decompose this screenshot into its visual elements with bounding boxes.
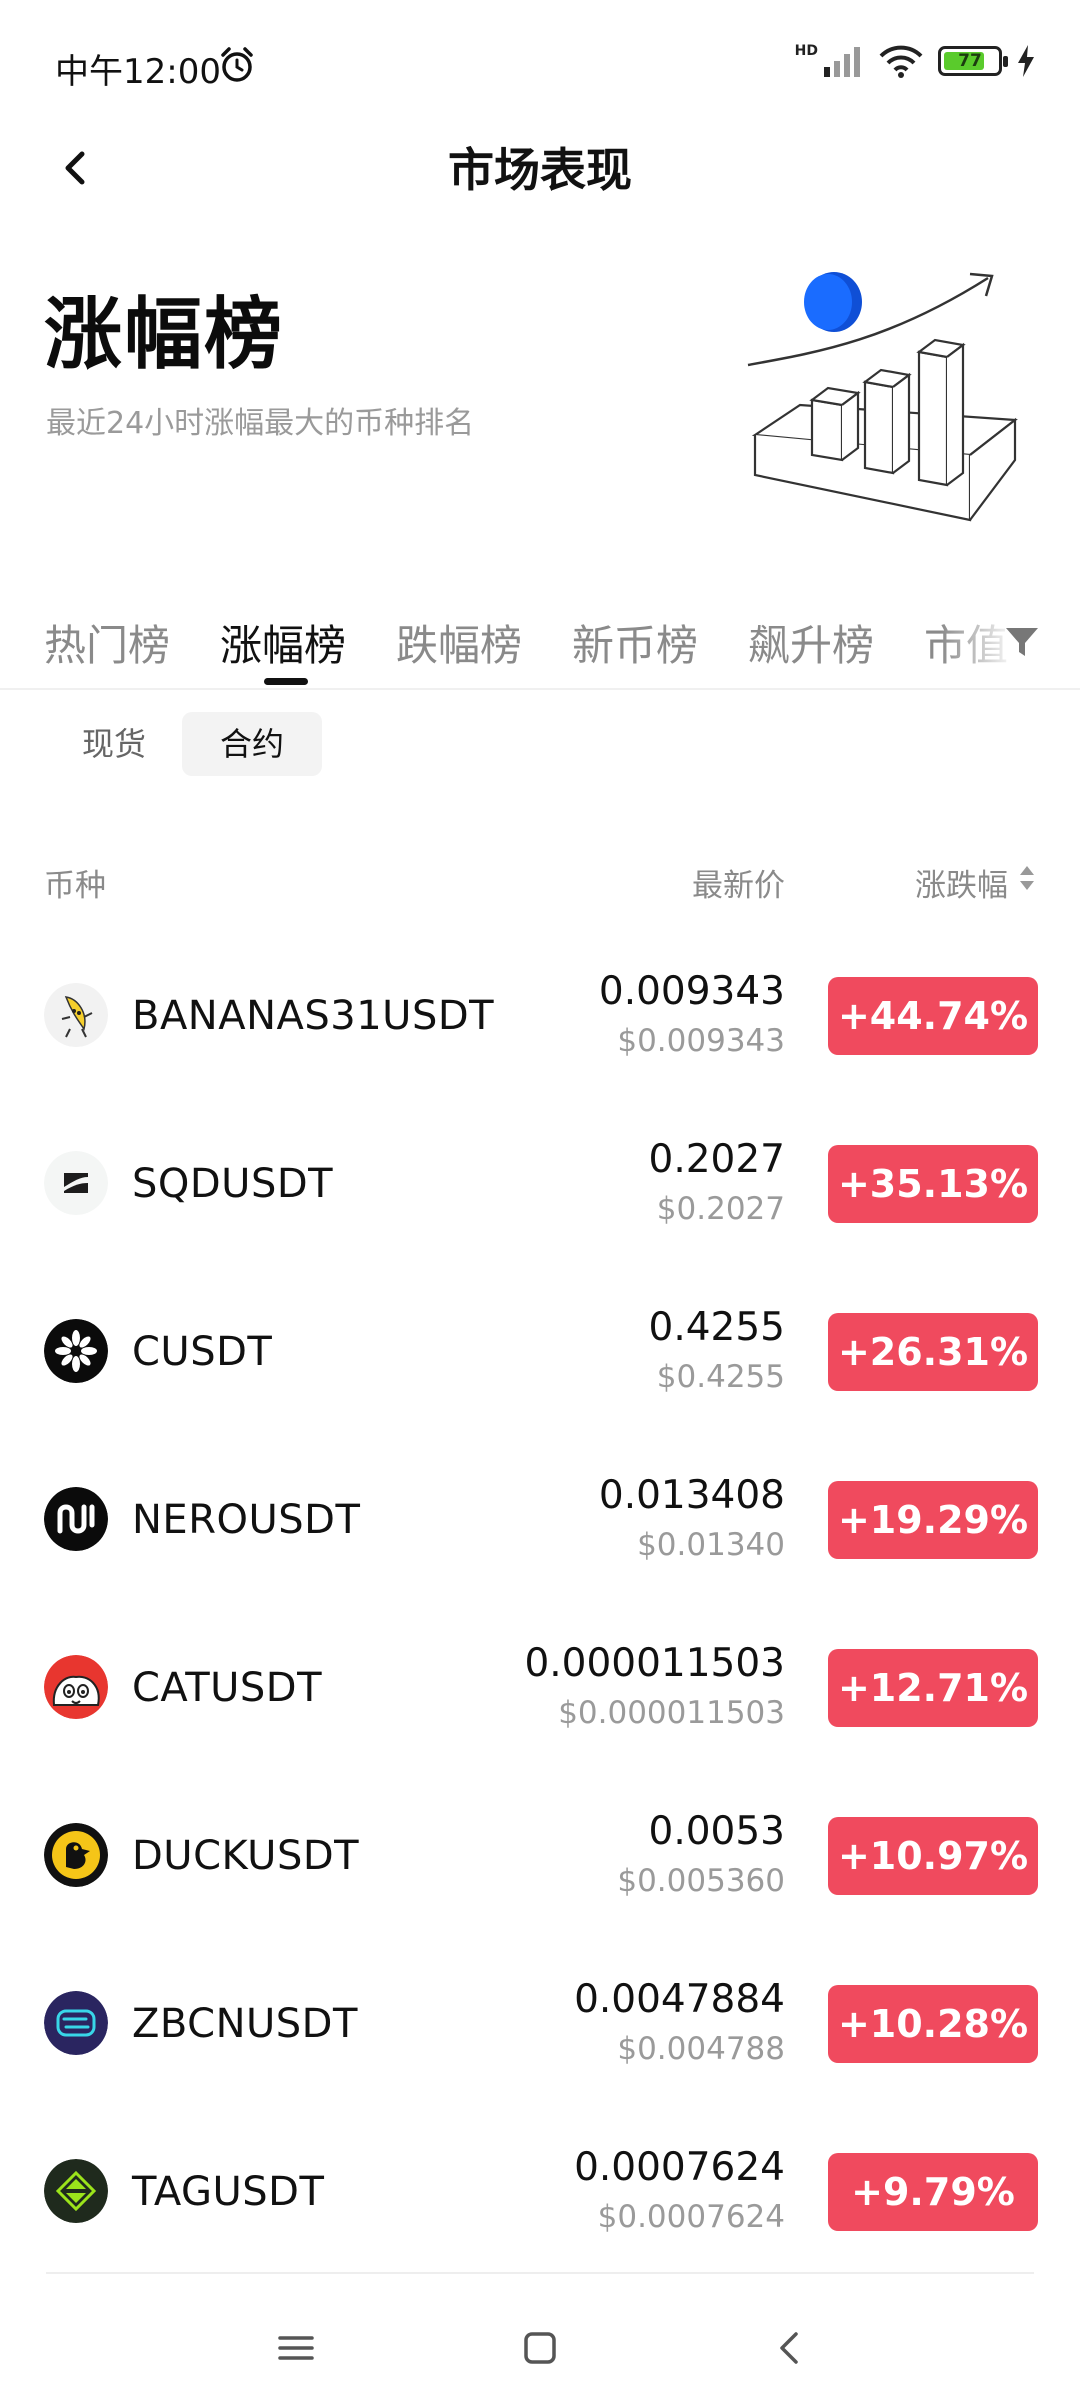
charging-icon xyxy=(1018,45,1034,77)
tab-losers[interactable]: 跌幅榜 xyxy=(396,612,522,673)
coin-symbol: SQDUSDT xyxy=(132,1161,334,1207)
latest-price: 0.0053 xyxy=(648,1809,785,1854)
sort-icon[interactable] xyxy=(1018,862,1036,894)
change-badge: +35.13% xyxy=(828,1145,1038,1223)
hero-subtitle: 最近24小时涨幅最大的币种排名 xyxy=(46,406,475,441)
latest-price: 0.0007624 xyxy=(574,2145,785,2190)
signal-icon xyxy=(824,47,860,77)
battery-indicator: 77 xyxy=(938,46,1008,76)
active-tab-indicator xyxy=(264,678,308,685)
price-usd: $0.009343 xyxy=(617,1023,785,1059)
price-usd: $0.01340 xyxy=(637,1527,785,1563)
page-title: 市场表现 xyxy=(448,143,632,197)
filter-icon[interactable] xyxy=(1002,622,1042,662)
zbcn-icon xyxy=(44,1991,108,2055)
wifi-icon xyxy=(879,45,923,78)
ranking-tabs: 热门榜 涨幅榜 跌幅榜 新币榜 飙升榜 市值 xyxy=(0,600,1080,690)
change-badge: +44.74% xyxy=(828,977,1038,1055)
back-nav-icon[interactable] xyxy=(760,2318,820,2378)
duck-icon xyxy=(44,1823,108,1887)
list-divider xyxy=(46,2272,1034,2274)
price-usd: $0.005360 xyxy=(617,1863,785,1899)
menu-icon[interactable] xyxy=(266,2318,326,2378)
list-item[interactable]: BANANAS31USDT 0.009343 $0.009343 +44.74% xyxy=(0,935,1080,1103)
coin-symbol: DUCKUSDT xyxy=(132,1833,360,1879)
coin-symbol: NEROUSDT xyxy=(132,1497,361,1543)
change-badge: +10.97% xyxy=(828,1817,1038,1895)
latest-price: 0.4255 xyxy=(648,1305,785,1350)
list-item[interactable]: NEROUSDT 0.013408 $0.01340 +19.29% xyxy=(0,1439,1080,1607)
rising-chart-illustration xyxy=(747,272,1018,522)
column-header-price[interactable]: 最新价 xyxy=(692,860,785,905)
change-badge: +26.31% xyxy=(828,1313,1038,1391)
banana-icon xyxy=(44,983,108,1047)
price-usd: $0.4255 xyxy=(656,1359,785,1395)
tag-icon xyxy=(44,2159,108,2223)
coin-symbol: BANANAS31USDT xyxy=(132,993,495,1039)
latest-price: 0.013408 xyxy=(598,1473,785,1518)
price-usd: $0.2027 xyxy=(656,1191,785,1227)
list-item[interactable]: CUSDT 0.4255 $0.4255 +26.31% xyxy=(0,1271,1080,1439)
coin-symbol: TAGUSDT xyxy=(132,2169,325,2215)
status-time: 中午12:00 xyxy=(55,52,221,92)
coin-symbol: CUSDT xyxy=(132,1329,273,1375)
list-item[interactable]: CATUSDT 0.000011503 $0.000011503 +12.71% xyxy=(0,1607,1080,1775)
price-usd: $0.0007624 xyxy=(597,2199,785,2235)
battery-level: 77 xyxy=(958,51,982,71)
alarm-icon xyxy=(221,47,253,82)
coin-symbol: CATUSDT xyxy=(132,1665,323,1711)
status-indicators: HD 77 xyxy=(794,43,1036,78)
tab-surging[interactable]: 飙升榜 xyxy=(748,612,874,673)
list-item[interactable]: ZBCNUSDT 0.0047884 $0.004788 +10.28% xyxy=(0,1943,1080,2111)
hero-title: 涨幅榜 xyxy=(44,290,285,380)
change-badge: +10.28% xyxy=(828,1985,1038,2063)
nero-icon xyxy=(44,1487,108,1551)
tab-new-coins[interactable]: 新币榜 xyxy=(572,612,698,673)
cat-icon xyxy=(44,1655,108,1719)
list-item[interactable]: TAGUSDT 0.0007624 $0.0007624 +9.79% xyxy=(0,2111,1080,2279)
status-bar: 中午12:00 HD 77 xyxy=(0,0,1080,130)
tab-gainers[interactable]: 涨幅榜 xyxy=(220,612,346,673)
list-item[interactable]: SQDUSDT 0.2027 $0.2027 +35.13% xyxy=(0,1103,1080,1271)
change-badge: +12.71% xyxy=(828,1649,1038,1727)
list-item[interactable]: DUCKUSDT 0.0053 $0.005360 +10.97% xyxy=(0,1775,1080,1943)
change-badge: +19.29% xyxy=(828,1481,1038,1559)
column-header-change[interactable]: 涨跌幅 xyxy=(915,860,1008,905)
change-badge: +9.79% xyxy=(828,2153,1038,2231)
c-icon xyxy=(44,1319,108,1383)
home-icon[interactable] xyxy=(510,2318,570,2378)
column-header-coin: 币种 xyxy=(44,868,106,904)
system-nav-bar xyxy=(0,2290,1080,2400)
network-type-label: HD xyxy=(794,43,818,59)
segment-spot[interactable]: 现货 xyxy=(44,712,184,776)
latest-price: 0.009343 xyxy=(598,969,785,1014)
latest-price: 0.2027 xyxy=(648,1137,785,1182)
coin-symbol: ZBCNUSDT xyxy=(132,2001,358,2047)
price-usd: $0.000011503 xyxy=(558,1695,785,1731)
segment-futures[interactable]: 合约 xyxy=(182,712,323,776)
sqd-icon xyxy=(44,1151,108,1215)
latest-price: 0.000011503 xyxy=(524,1641,785,1686)
app-header: 市场表现 xyxy=(0,120,1080,210)
latest-price: 0.0047884 xyxy=(574,1977,785,2022)
tab-hot[interactable]: 热门榜 xyxy=(44,612,170,673)
price-usd: $0.004788 xyxy=(617,2031,785,2067)
